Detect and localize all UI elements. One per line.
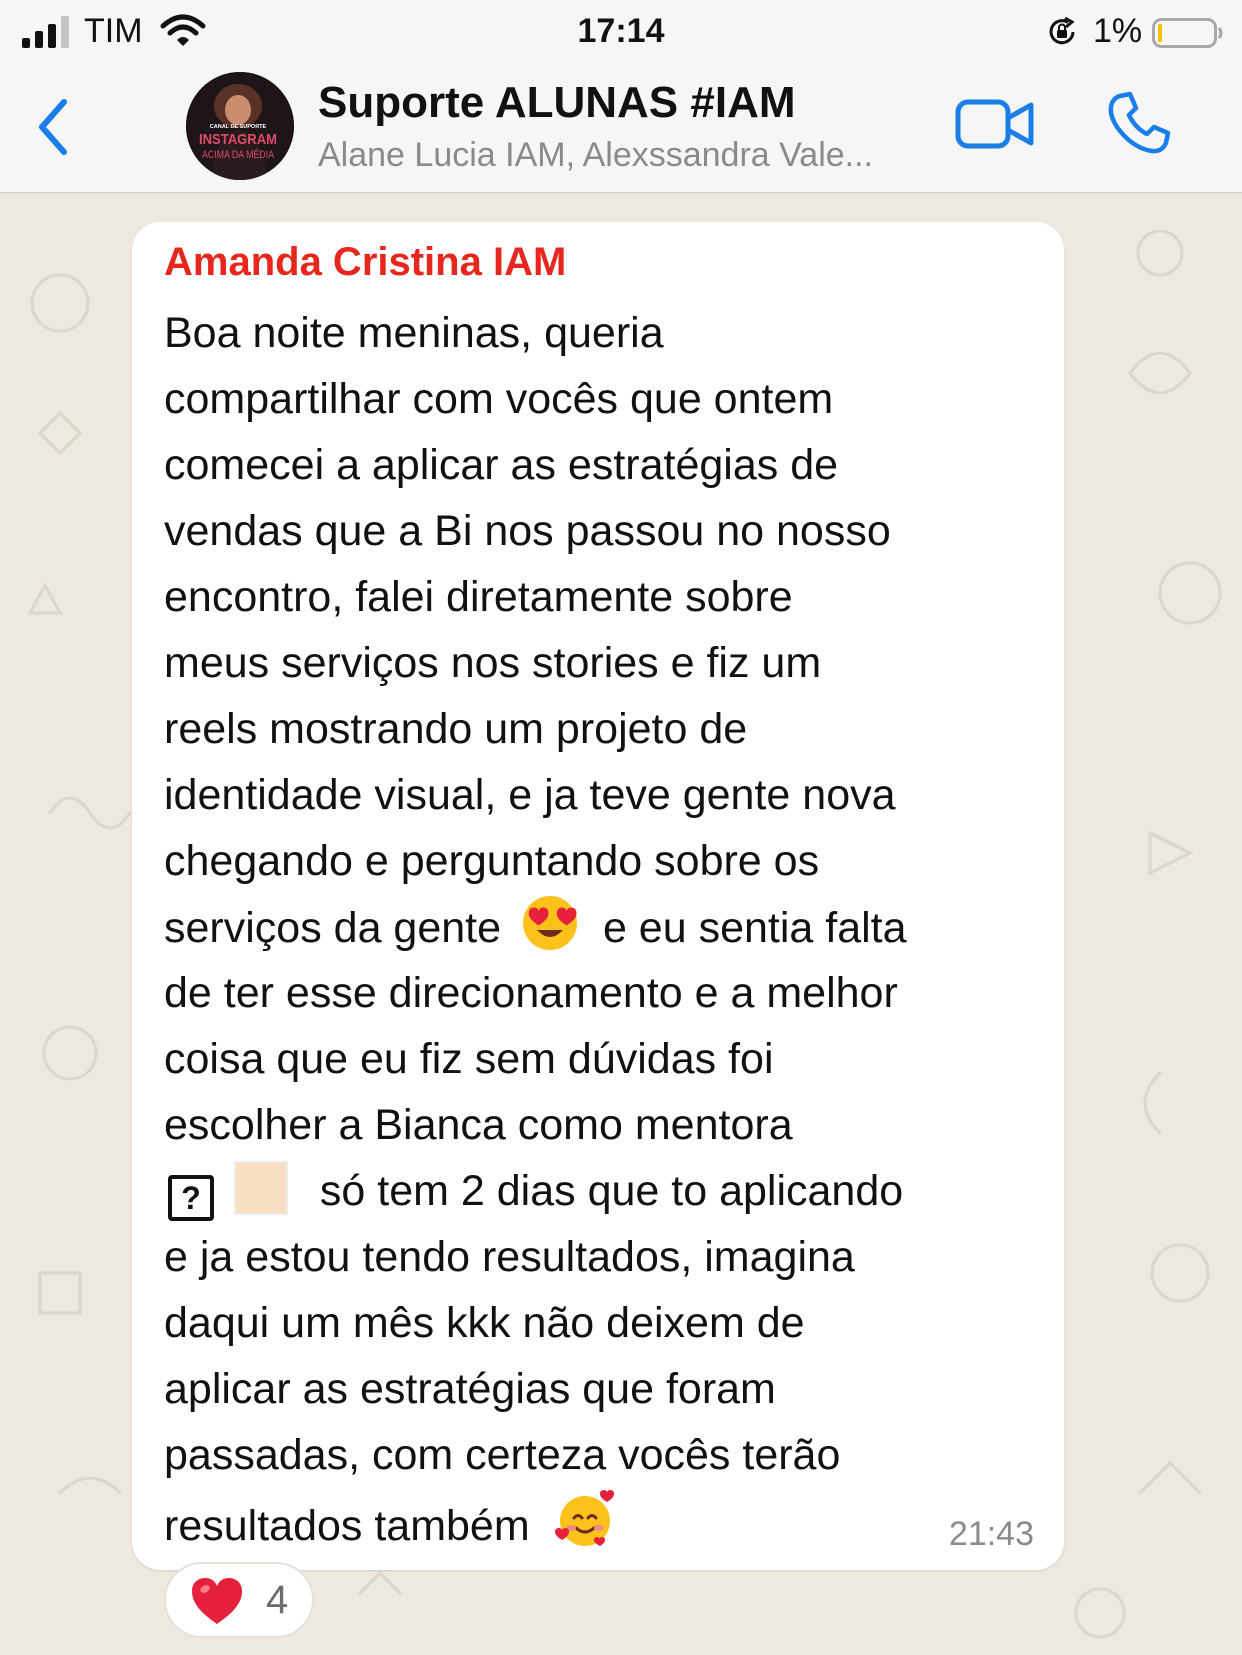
- battery-icon: [1152, 18, 1223, 48]
- message-line: passadas, com certeza vocês terão: [164, 1431, 841, 1479]
- message-line: compartilhar com vocês que ontem: [164, 375, 834, 423]
- smiling-face-with-hearts-emoji-icon: [554, 1490, 614, 1546]
- reaction-count: 4: [266, 1578, 289, 1622]
- message-line: comecei a aplicar as estratégias de: [164, 441, 839, 489]
- message-line: serviços da gente e eu sentia falta: [164, 894, 1044, 960]
- message-timestamp: 21:43: [948, 1515, 1034, 1553]
- message-line: encontro, falei diretamente sobre: [164, 573, 793, 621]
- message-line: meus serviços nos stories e fiz um: [164, 639, 822, 687]
- message-line-text: resultados também: [164, 1502, 530, 1550]
- back-chevron-icon[interactable]: [30, 92, 80, 162]
- message-line-text: serviços da gente: [164, 904, 502, 952]
- avatar-caption-top: CANAL DE SUPORTE: [210, 124, 267, 130]
- status-bar: TIM 17:14 1%: [0, 0, 1242, 64]
- message-sender[interactable]: Amanda Cristina IAM: [164, 240, 566, 285]
- message-line: daqui um mês kkk não deixem de: [164, 1299, 805, 1347]
- message-line: coisa que eu fiz sem dúvidas foi: [164, 1035, 774, 1083]
- video-camera-icon[interactable]: [955, 94, 1035, 154]
- group-avatar[interactable]: CANAL DE SUPORTE INSTAGRAM ACIMA DA MÉDI…: [186, 72, 294, 180]
- message-line: reels mostrando um projeto de: [164, 705, 748, 753]
- message-line: de ter esse direcionamento e a melhor: [164, 969, 898, 1017]
- orientation-lock-icon: [1049, 16, 1075, 45]
- phone-icon[interactable]: [1106, 90, 1172, 156]
- message-line: ? só tem 2 dias que to aplicando: [164, 1158, 1044, 1224]
- unsupported-emoji-icon: ?: [168, 1175, 214, 1221]
- chat-header: CANAL DE SUPORTE INSTAGRAM ACIMA DA MÉDI…: [0, 64, 1242, 193]
- chat-participants[interactable]: Alane Lucia IAM, Alexssandra Vale...: [318, 136, 873, 175]
- skin-tone-modifier-icon: [233, 1161, 288, 1215]
- message-line: Boa noite meninas, queria: [164, 309, 664, 357]
- message-line: aplicar as estratégias que foram: [164, 1365, 776, 1413]
- message-line: escolher a Bianca como mentora: [164, 1101, 793, 1149]
- message-line: resultados também: [164, 1488, 1044, 1554]
- chat-title[interactable]: Suporte ALUNAS #IAM: [318, 78, 796, 128]
- message-line: e ja estou tendo resultados, imagina: [164, 1233, 855, 1281]
- message-line: chegando e perguntando sobre os: [164, 837, 820, 885]
- message-body: Boa noite meninas, queria compartilhar c…: [164, 300, 1044, 1554]
- heart-icon: [192, 1578, 242, 1624]
- message-line: identidade visual, e ja teve gente nova: [164, 771, 896, 819]
- message-line-text: só tem 2 dias que to aplicando: [319, 1167, 904, 1215]
- reaction-pill[interactable]: 4: [164, 1562, 314, 1638]
- heart-eyes-emoji-icon: [522, 896, 577, 950]
- message-line: vendas que a Bi nos passou no nosso: [164, 507, 891, 555]
- message-line-text: e eu sentia falta: [602, 904, 907, 952]
- avatar-caption-main: INSTAGRAM: [199, 131, 277, 148]
- battery-percentage: 1%: [1093, 12, 1143, 50]
- message-bubble[interactable]: Amanda Cristina IAM Boa noite meninas, q…: [132, 222, 1064, 1570]
- avatar-caption-bottom: ACIMA DA MÉDIA: [202, 148, 275, 161]
